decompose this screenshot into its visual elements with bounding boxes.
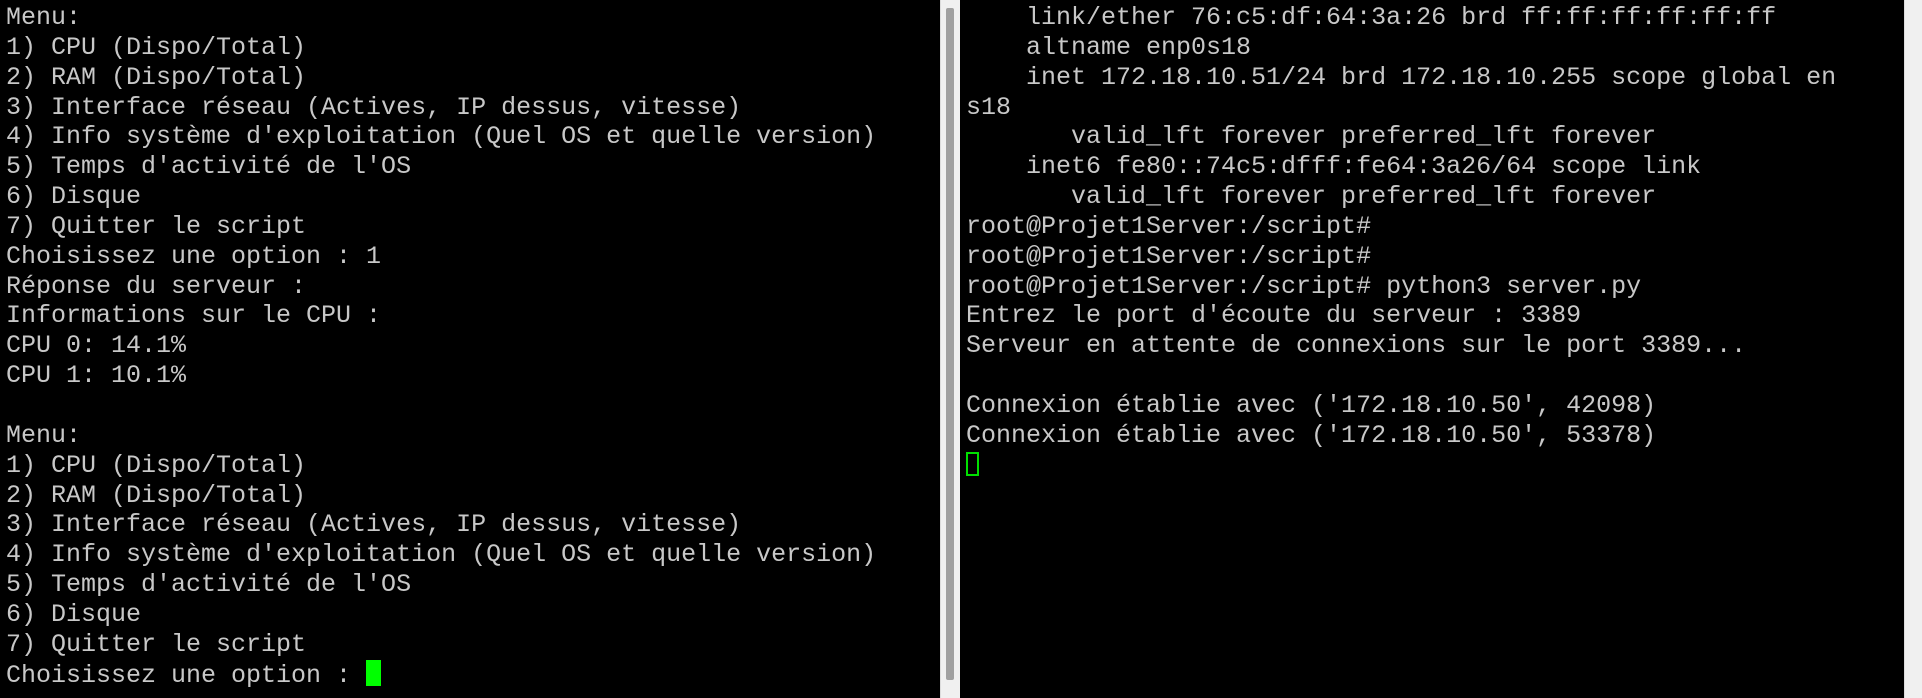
terminal-line: altname enp0s18 <box>966 32 1252 62</box>
terminal-line: Connexion établie avec ('172.18.10.50', … <box>966 390 1657 420</box>
terminal-line: inet6 fe80::74c5:dfff:fe64:3a26/64 scope… <box>966 152 1702 182</box>
terminal-line: 3) Interface réseau (Actives, IP dessus,… <box>6 92 742 122</box>
terminal-line: 2) RAM (Dispo/Total) <box>6 62 307 92</box>
terminal-line: Choisissez une option : 1 <box>6 241 382 271</box>
terminal-prompt-text: Choisissez une option : <box>6 660 367 690</box>
scrollbar-thumb[interactable] <box>1909 0 1918 470</box>
terminal-cursor <box>966 451 979 476</box>
terminal-line: Menu: <box>6 3 82 32</box>
terminal-line: root@Projet1Server:/script# python3 serv… <box>966 271 1642 301</box>
terminal-line: CPU 1: 10.1% <box>6 361 187 391</box>
terminal-line: 4) Info système d'exploitation (Quel OS … <box>6 540 877 570</box>
client-terminal-pane[interactable]: Menu: 1) CPU (Dispo/Total) 2) RAM (Dispo/T… <box>0 0 940 698</box>
client-terminal-scrollbar[interactable] <box>940 0 961 698</box>
terminal-line: root@Projet1Server:/script# <box>966 241 1372 271</box>
terminal-line: 3) Interface réseau (Actives, IP dessus,… <box>6 510 742 540</box>
terminal-line: 4) Info système d'exploitation (Quel OS … <box>6 122 877 152</box>
terminal-line: link/ether 76:c5:df:64:3a:26 brd ff:ff:f… <box>966 3 1777 32</box>
terminal-line: Informations sur le CPU : <box>6 301 382 331</box>
terminal-line: Menu: <box>6 420 82 450</box>
desktop-screen: Menu: 1) CPU (Dispo/Total) 2) RAM (Dispo/T… <box>0 0 1922 698</box>
server-terminal-scrollbar[interactable] <box>1904 0 1922 698</box>
terminal-line: 5) Temps d'activité de l'OS <box>6 570 412 600</box>
terminal-line: s18 <box>966 92 1012 122</box>
terminal-line: Connexion établie avec ('172.18.10.50', … <box>966 420 1657 450</box>
scrollbar-thumb[interactable] <box>946 8 954 680</box>
terminal-prompt-line[interactable]: Choisissez une option : <box>6 659 940 690</box>
server-terminal-pane[interactable]: link/ether 76:c5:df:64:3a:26 brd ff:ff:f… <box>960 0 1904 698</box>
server-terminal-output: link/ether 76:c5:df:64:3a:26 brd ff:ff:f… <box>960 0 1904 481</box>
terminal-cursor <box>366 659 382 686</box>
terminal-line: 1) CPU (Dispo/Total) <box>6 32 307 62</box>
terminal-line: 5) Temps d'activité de l'OS <box>6 152 412 182</box>
terminal-line: CPU 0: 14.1% <box>6 331 187 361</box>
terminal-prompt-line[interactable] <box>966 451 1904 481</box>
terminal-line: inet 172.18.10.51/24 brd 172.18.10.255 s… <box>966 62 1837 92</box>
terminal-line: valid_lft forever preferred_lft forever <box>966 122 1657 152</box>
terminal-line: Entrez le port d'écoute du serveur : 338… <box>966 301 1582 331</box>
terminal-line: root@Projet1Server:/script# <box>966 211 1372 241</box>
terminal-line: 6) Disque <box>6 599 142 629</box>
terminal-line: 7) Quitter le script <box>6 629 307 659</box>
client-terminal-output: Menu: 1) CPU (Dispo/Total) 2) RAM (Dispo/T… <box>0 0 940 690</box>
terminal-line: 7) Quitter le script <box>6 211 307 241</box>
terminal-line: Serveur en attente de connexions sur le … <box>966 331 1747 361</box>
terminal-line: 1) CPU (Dispo/Total) <box>6 450 307 480</box>
terminal-line: 2) RAM (Dispo/Total) <box>6 480 307 510</box>
terminal-line: 6) Disque <box>6 182 142 212</box>
terminal-line: Réponse du serveur : <box>6 271 307 301</box>
terminal-line: valid_lft forever preferred_lft forever <box>966 182 1657 212</box>
